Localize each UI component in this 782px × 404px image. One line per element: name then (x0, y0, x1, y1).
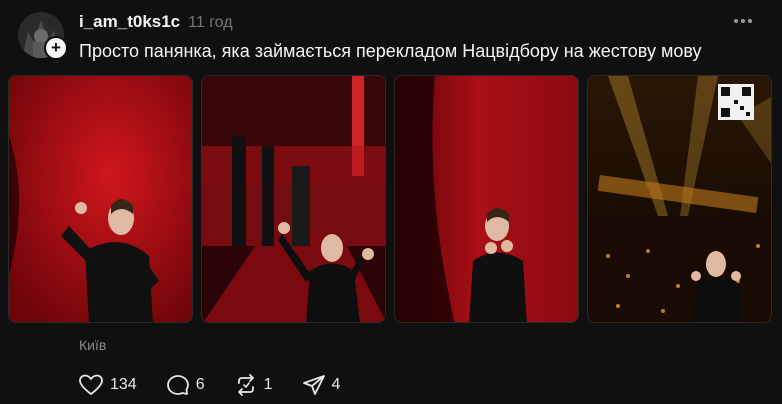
repost-icon (237, 374, 254, 396)
avatar-container[interactable]: + (18, 12, 68, 60)
share-count: 4 (331, 376, 341, 393)
photo-interpreter-closeup-image (395, 76, 578, 322)
carousel-photo-1[interactable] (8, 75, 193, 323)
location-link[interactable]: Київ (79, 337, 106, 353)
share-button[interactable]: 4 (302, 374, 341, 396)
comment-button[interactable]: 6 (166, 374, 205, 396)
photo-carousel[interactable] (8, 75, 772, 323)
send-icon (302, 375, 325, 395)
post-caption: Просто панянка, яка займається перекладо… (79, 41, 702, 61)
follow-plus-icon[interactable]: + (44, 36, 68, 60)
like-button[interactable]: 134 (79, 374, 137, 396)
repost-count: 1 (263, 376, 273, 393)
post-header: i_am_t0ks1c 11 год (79, 12, 233, 34)
photo-stage-performers-image (202, 76, 385, 322)
photo-sign-language-interpreter-image (9, 76, 192, 322)
heart-icon (79, 374, 103, 395)
username-link[interactable]: i_am_t0ks1c (79, 12, 180, 32)
comment-count: 6 (195, 376, 205, 393)
repost-button[interactable]: 1 (235, 374, 273, 396)
carousel-photo-3[interactable] (394, 75, 579, 323)
carousel-photo-4[interactable] (587, 75, 772, 323)
more-options-button[interactable] (732, 10, 754, 32)
action-bar: 134 6 1 4 (79, 374, 340, 396)
photo-arena-crowd-image (588, 76, 771, 322)
more-horizontal-icon (734, 19, 752, 23)
post-timestamp[interactable]: 11 год (188, 14, 232, 32)
carousel-photo-2[interactable] (201, 75, 386, 323)
comment-icon (166, 375, 189, 395)
like-count: 134 (110, 376, 137, 393)
